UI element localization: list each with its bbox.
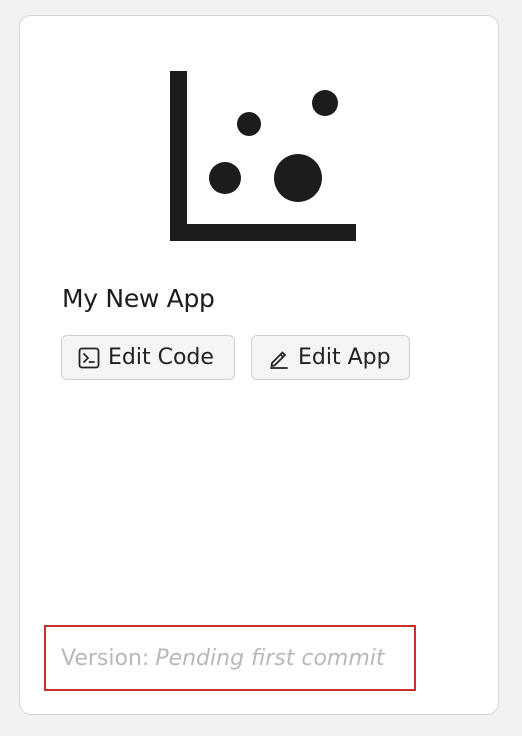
terminal-icon [78, 347, 100, 369]
edit-app-button[interactable]: Edit App [251, 335, 410, 380]
app-title: My New App [62, 284, 215, 313]
scatter-chart-icon [170, 71, 356, 241]
edit-code-label: Edit Code [108, 345, 214, 370]
version-info: Version: Pending first commit [44, 625, 416, 691]
app-card: My New App Edit Code Edit App Version: P… [19, 15, 499, 715]
pencil-icon [268, 347, 290, 369]
edit-app-label: Edit App [298, 345, 391, 370]
version-value: Pending first commit [155, 645, 385, 671]
edit-code-button[interactable]: Edit Code [61, 335, 235, 380]
version-label: Version: [61, 645, 150, 671]
